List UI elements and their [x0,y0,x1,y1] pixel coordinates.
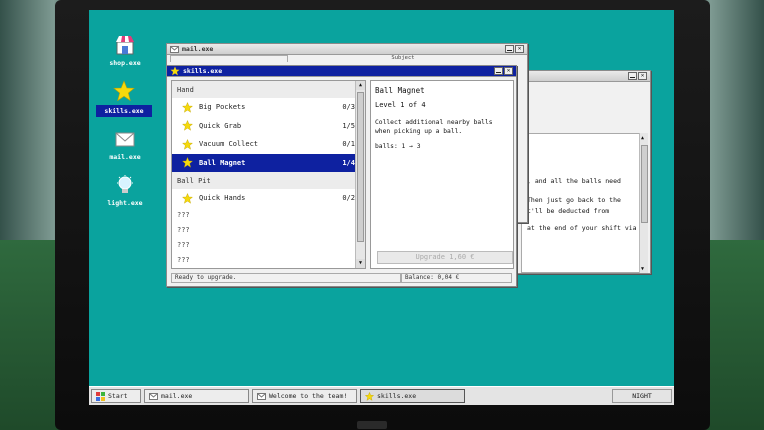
window-title: skills.exe [183,67,223,75]
start-label: Start [108,392,128,400]
mail-line: at the end of your shift via [527,224,637,232]
skill-name: Quick Grab [199,121,242,130]
desktop-icon-label: shop.exe [109,59,141,67]
mail-line: Then just go back to the [527,196,621,204]
skill-level: 0/2 [342,194,355,203]
tab-inbox[interactable] [170,55,288,62]
start-icon [96,391,105,401]
locked-skill[interactable]: ??? [172,208,365,223]
desktop-icon-mail[interactable]: mail.exe [95,128,155,161]
monitor-screen: shop.exe skills.exe mail.exe light.exe ✕… [89,10,674,405]
category-header: Ball Pit [172,172,365,189]
detail-level: Level 1 of 4 [375,101,426,109]
category-header: Hand [172,81,365,98]
star-icon [365,391,374,401]
skill-name: Ball Magnet [199,158,246,167]
scroll-up-icon[interactable]: ▲ [356,81,365,90]
status-bar: Ready to upgrade. Balance: 0,04 € [171,273,512,283]
balance-text: Balance: 0,04 € [401,273,512,283]
skill-level: 0/1 [342,140,355,149]
desktop-icon-label: light.exe [107,199,143,207]
skill-level: 1/5 [342,121,355,130]
scroll-up-icon[interactable]: ▲ [641,135,644,141]
minimize-button[interactable] [494,67,503,75]
detail-stat: balls: 1 → 3 [375,143,421,150]
mail-tabs: Subject [167,55,527,62]
window-title: mail.exe [182,45,214,53]
envelope-icon [170,45,179,53]
desktop-icon-skills[interactable]: skills.exe [94,80,154,117]
taskbar-item-mail[interactable]: mail.exe [144,389,249,403]
skill-row-big-pockets[interactable]: Big Pockets 0/3 [172,98,365,117]
taskbar-label: skills.exe [377,392,417,400]
star-icon [182,120,193,131]
scrollbar[interactable]: ▲ ▼ [639,133,648,273]
envelope-icon [149,392,158,400]
skill-row-vacuum-collect[interactable]: Vacuum Collect 0/1 [172,135,365,154]
star-icon [113,80,135,102]
scroll-thumb[interactable] [357,92,364,242]
mail-content-window[interactable]: ✕ , and all the balls need Then just go … [517,70,651,274]
subject-header: Subject [391,55,415,61]
skill-list: Hand Big Pockets 0/3 Quick Grab 1/5 Vacu… [171,80,366,269]
envelope-icon [115,132,135,147]
taskbar-item-welcome[interactable]: Welcome to the team! [252,389,357,403]
desktop-icon-label: mail.exe [109,153,141,161]
detail-description: Collect additional nearby balls when pic… [375,119,493,135]
skill-row-quick-hands[interactable]: Quick Hands 0/2 [172,189,365,208]
skill-level: 1/4 [342,158,355,167]
skill-row-ball-magnet[interactable]: Ball Magnet 1/4 [172,153,365,172]
taskbar-label: Welcome to the team! [269,392,348,400]
taskbar-item-skills[interactable]: skills.exe [360,389,465,403]
start-button[interactable]: Start [91,389,141,403]
close-button[interactable]: ✕ [515,45,524,53]
scroll-down-icon[interactable]: ▼ [641,266,644,272]
lightbulb-icon [117,175,133,193]
desktop-icon-label: skills.exe [96,105,152,117]
locked-skill[interactable]: ??? [172,223,365,238]
taskbar: Start mail.exe Welcome to the team! skil… [89,386,674,405]
mail-line: , and all the balls need [527,177,621,185]
star-icon [182,157,193,168]
status-text: Ready to upgrade. [171,273,401,283]
shop-icon [116,36,134,55]
skill-name: Vacuum Collect [199,140,259,149]
mail-line: t'll be deducted from [527,207,610,215]
taskbar-label: mail.exe [161,392,193,400]
detail-title: Ball Magnet [375,86,425,95]
title-bar[interactable]: mail.exe ✕ [167,44,527,55]
star-icon [170,66,180,76]
locked-skill[interactable]: ??? [172,238,365,253]
close-button[interactable]: ✕ [504,67,513,75]
star-icon [182,192,193,204]
envelope-icon [257,392,266,400]
skills-window[interactable]: skills.exe ✕ Hand Big Pockets 0/3 Quick … [166,65,517,287]
locked-skill[interactable]: ??? [172,253,365,268]
close-button[interactable]: ✕ [638,72,647,80]
skill-name: Quick Hands [199,194,246,203]
title-bar[interactable]: skills.exe ✕ [167,66,516,77]
desktop-icon-shop[interactable]: shop.exe [95,34,155,67]
star-icon [182,138,193,150]
minimize-button[interactable] [628,72,637,80]
scroll-thumb[interactable] [641,145,648,223]
mail-body: , and all the balls need Then just go ba… [521,133,640,273]
upgrade-button[interactable]: Upgrade 1,60 € [377,251,513,264]
skill-list-scrollbar[interactable]: ▲ ▼ [355,81,365,268]
scroll-down-icon[interactable]: ▼ [356,259,365,268]
star-icon [182,101,193,113]
skill-row-quick-grab[interactable]: Quick Grab 1/5 [172,117,365,136]
skill-detail-panel: Ball Magnet Level 1 of 4 Collect additio… [370,80,514,269]
minimize-button[interactable] [505,45,514,53]
clock-display: NIGHT [612,389,672,403]
title-bar[interactable]: ✕ [518,71,650,82]
desktop-icon-light[interactable]: light.exe [95,174,155,207]
skill-level: 0/3 [342,103,355,112]
monitor-logo [357,421,387,429]
skill-name: Big Pockets [199,103,246,112]
